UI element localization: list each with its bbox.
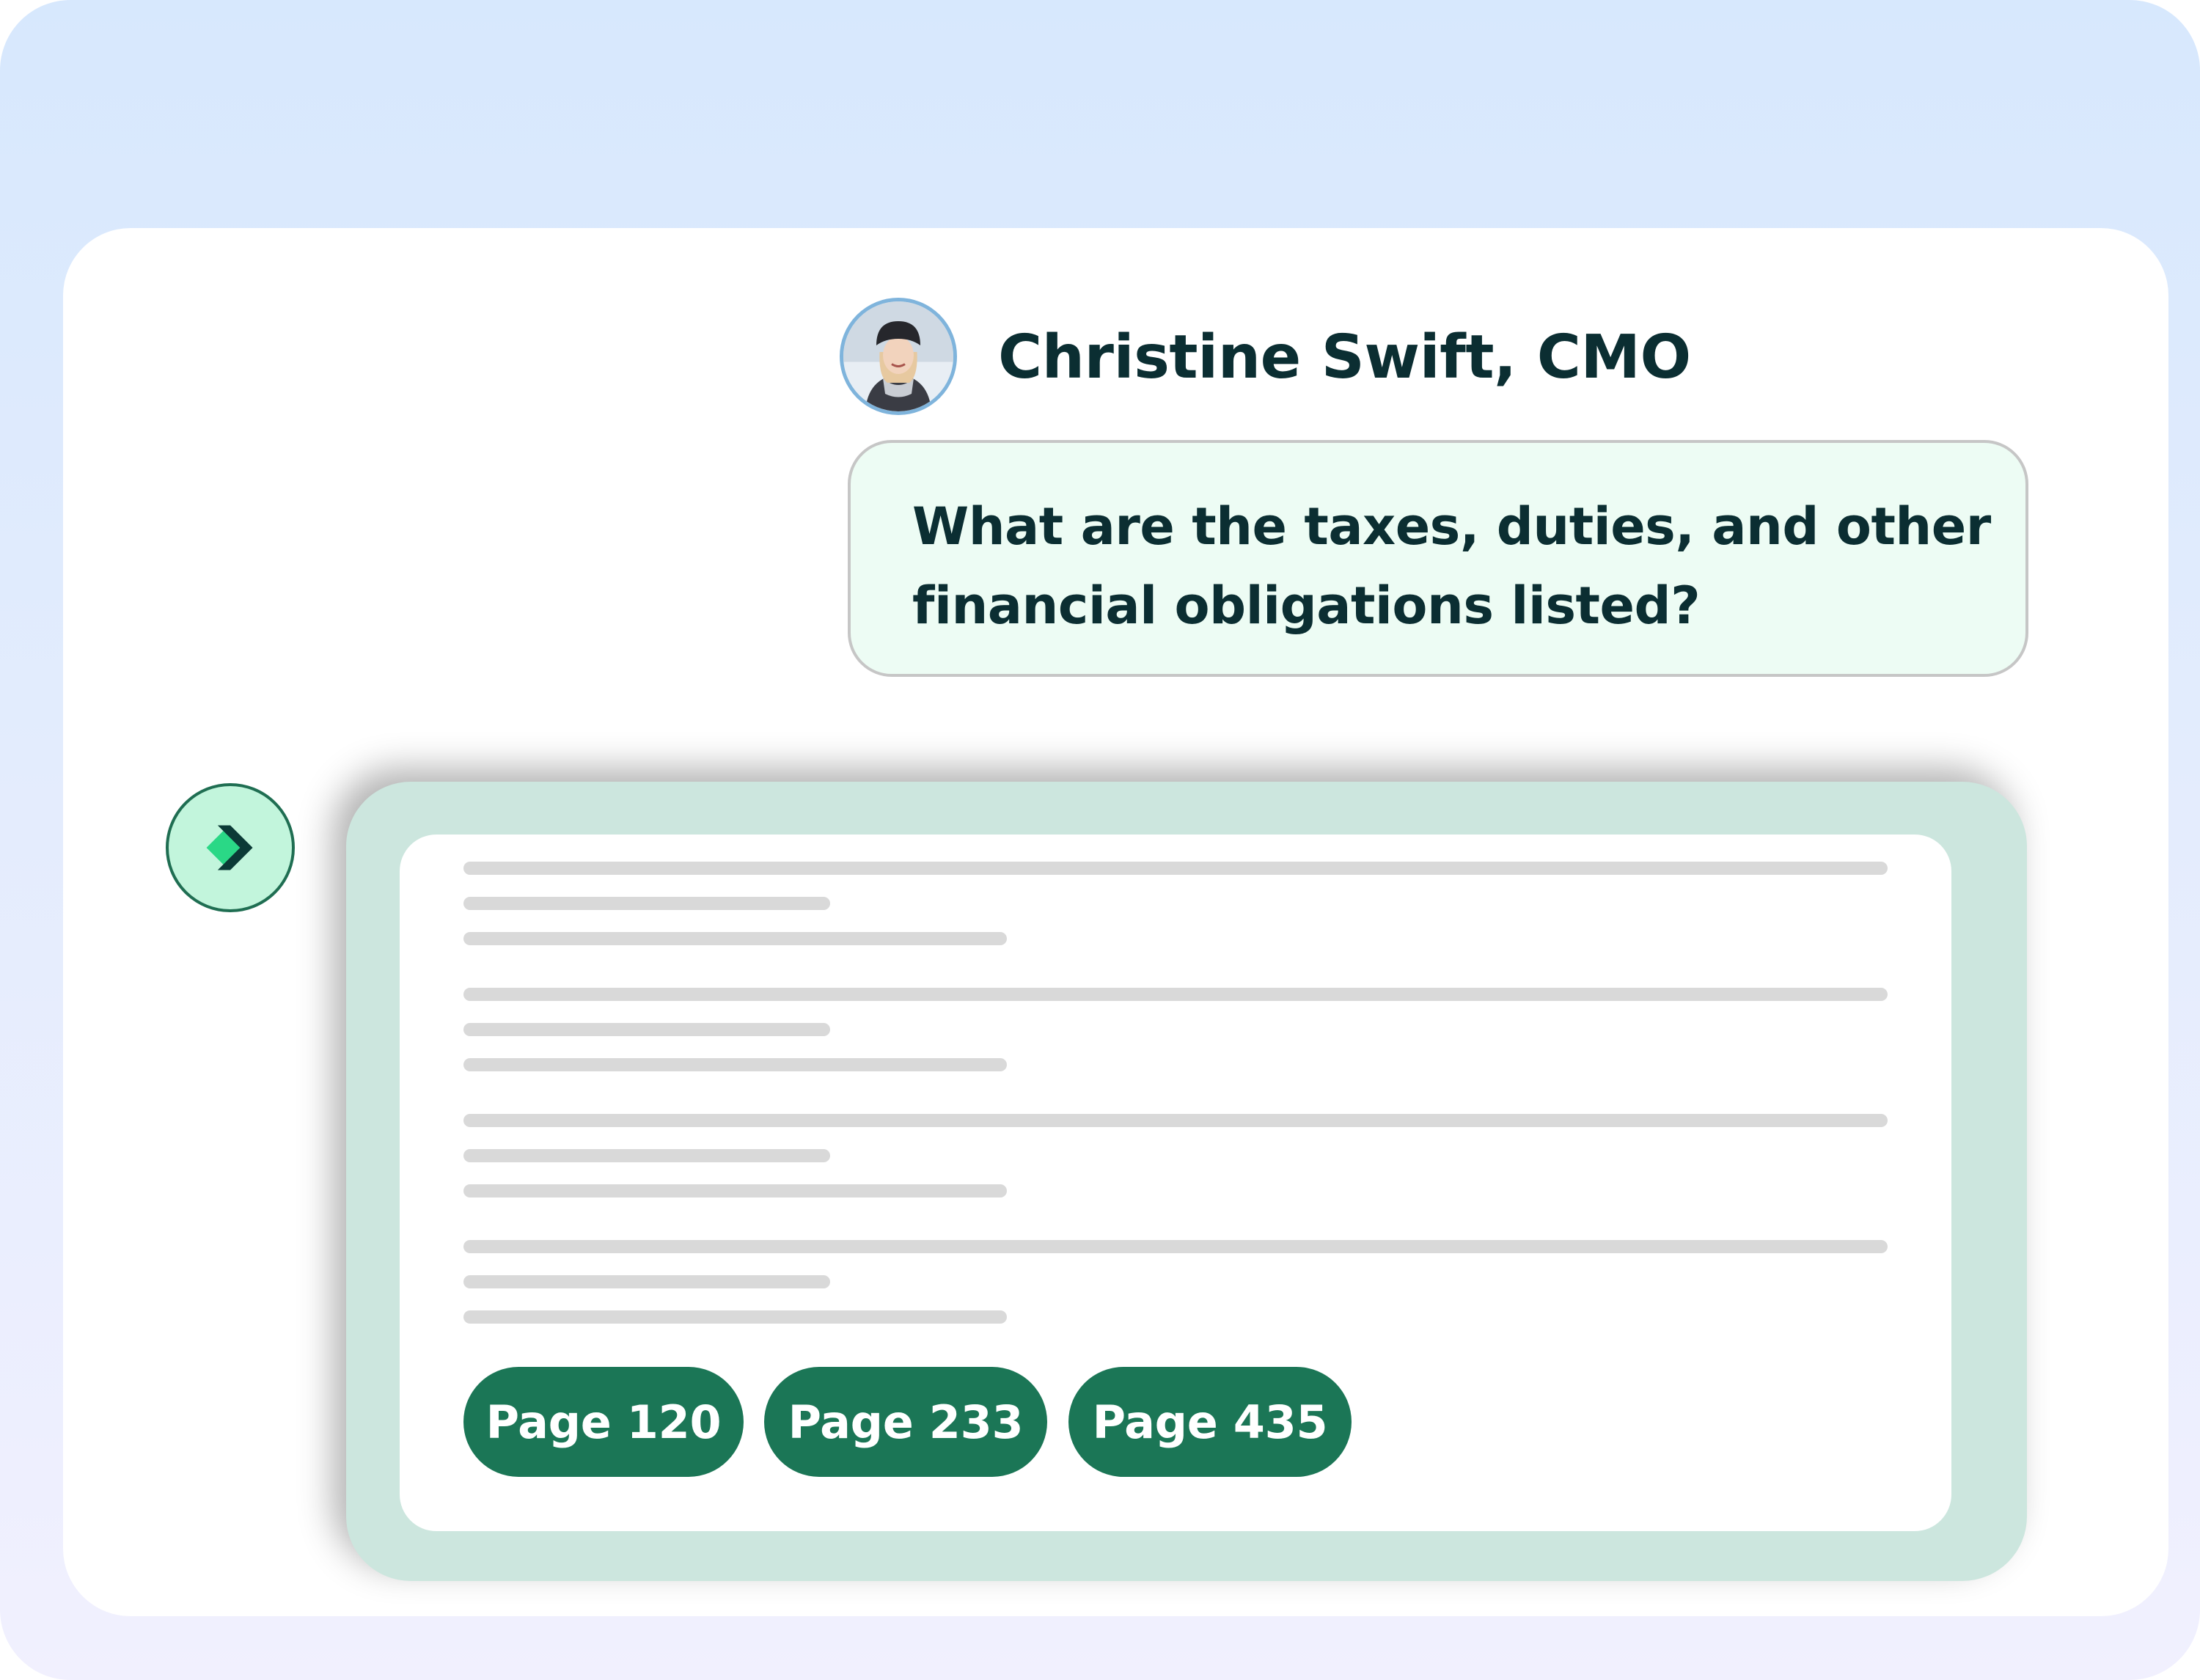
user-name: Christine Swift, CMO — [998, 323, 1691, 392]
placeholder-line — [463, 862, 1888, 875]
assistant-logo-icon — [166, 783, 295, 912]
placeholder-line — [463, 1240, 1888, 1253]
placeholder-line — [463, 1310, 1007, 1324]
avatar — [840, 298, 957, 415]
question-text: What are the taxes, duties, and other fi… — [912, 496, 1991, 636]
placeholder-line — [463, 932, 1007, 945]
placeholder-line — [463, 988, 1888, 1001]
placeholder-line — [463, 1275, 830, 1288]
placeholder-line — [463, 1184, 1007, 1197]
placeholder-line — [463, 897, 830, 910]
placeholder-line — [463, 1023, 830, 1036]
app-background: Christine Swift, CMO What are the taxes,… — [0, 0, 2200, 1680]
placeholder-line — [463, 1149, 830, 1162]
page-chip-120[interactable]: Page 120 — [463, 1367, 744, 1477]
placeholder-line — [463, 1114, 1888, 1127]
question-bubble: What are the taxes, duties, and other fi… — [848, 440, 2028, 677]
page-chip-233[interactable]: Page 233 — [764, 1367, 1047, 1477]
page-chip-435[interactable]: Page 435 — [1068, 1367, 1352, 1477]
avatar-photo-icon — [843, 301, 953, 411]
placeholder-line — [463, 1058, 1007, 1071]
